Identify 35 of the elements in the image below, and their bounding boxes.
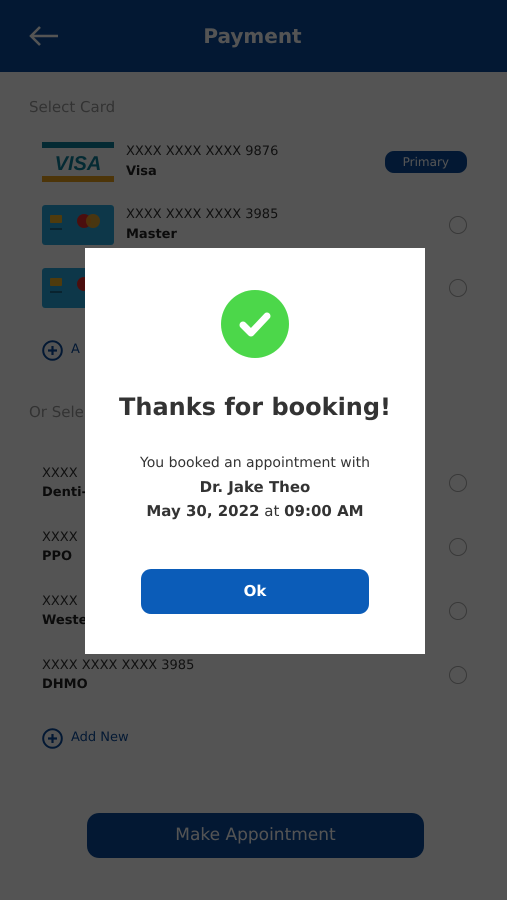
add-new-link[interactable]: A — [71, 340, 80, 360]
radio-button[interactable] — [449, 666, 467, 684]
ok-button[interactable]: Ok — [141, 569, 369, 614]
make-appointment-button[interactable]: Make Appointment — [87, 813, 424, 858]
dialog-message: Dr. Jake Theo — [200, 477, 310, 498]
dialog-message: You booked an appointment with — [140, 454, 370, 473]
radio-button[interactable] — [449, 216, 467, 234]
radio-button[interactable] — [449, 602, 467, 620]
plan-number: XXXX — [42, 528, 78, 546]
card-name: Visa — [126, 162, 157, 180]
plan-name: DHMO — [42, 676, 88, 694]
success-check-icon — [221, 290, 289, 358]
plan-name: Weste — [42, 612, 88, 630]
credit-card-icon — [42, 268, 85, 308]
plan-name: Denti- — [42, 484, 87, 502]
plan-number: XXXX — [42, 464, 78, 482]
page-title: Payment — [202, 23, 303, 50]
dialog-title: Thanks for booking! — [118, 392, 392, 423]
plan-number: XXXX — [42, 592, 78, 610]
credit-card-icon — [42, 204, 114, 244]
primary-badge: Primary — [384, 150, 467, 172]
plan-name: PPO — [42, 548, 72, 566]
add-icon[interactable] — [42, 728, 63, 748]
visa-card-logo: VISA — [42, 142, 114, 182]
radio-button[interactable] — [449, 474, 467, 492]
add-new-link[interactable]: Add New — [71, 728, 129, 748]
add-icon[interactable] — [42, 340, 63, 360]
radio-button[interactable] — [449, 278, 467, 296]
plan-number: XXXX XXXX XXXX 3985 — [42, 656, 194, 674]
card-number: XXXX XXXX XXXX 3985 — [126, 206, 278, 224]
radio-button[interactable] — [449, 538, 467, 556]
card-name: Master — [126, 226, 177, 244]
dialog-message: May 30, 2022 at 09:00 AM — [146, 501, 364, 522]
card-number: XXXX XXXX XXXX 9876 — [126, 143, 278, 161]
back-icon[interactable] — [28, 25, 60, 47]
